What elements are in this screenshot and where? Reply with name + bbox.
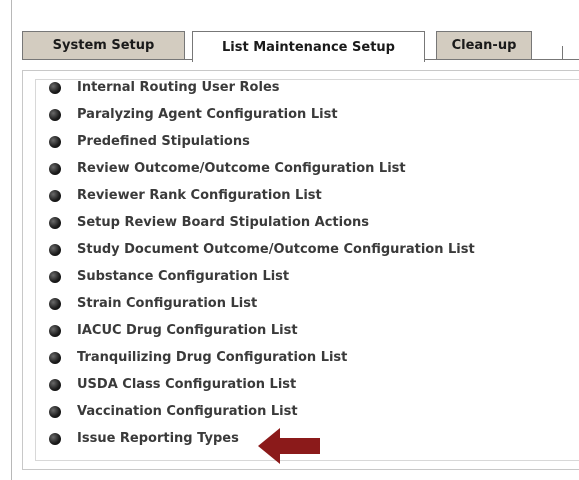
tab-system-setup[interactable]: System Setup: [22, 31, 185, 60]
list-item[interactable]: Review Outcome/Outcome Configuration Lis…: [36, 155, 475, 182]
list-item[interactable]: Study Document Outcome/Outcome Configura…: [36, 236, 475, 263]
bullet-icon: [49, 432, 61, 445]
list-item-label[interactable]: Paralyzing Agent Configuration List: [77, 107, 338, 122]
list-item-label[interactable]: IACUC Drug Configuration List: [77, 323, 298, 338]
list-item[interactable]: Setup Review Board Stipulation Actions: [36, 209, 475, 236]
list-item-label[interactable]: Substance Configuration List: [77, 269, 289, 284]
page-left-rule: [11, 0, 12, 480]
bullet-icon: [49, 243, 61, 256]
list-item[interactable]: Internal Routing User Roles: [36, 80, 475, 101]
list-item-label[interactable]: Strain Configuration List: [77, 296, 257, 311]
bullet-icon: [49, 297, 61, 310]
list-item[interactable]: Predefined Stipulations: [36, 128, 475, 155]
list-item[interactable]: Paralyzing Agent Configuration List: [36, 101, 475, 128]
list-item[interactable]: USDA Class Configuration List: [36, 371, 475, 398]
list-item-label[interactable]: Predefined Stipulations: [77, 134, 250, 149]
list-item-label[interactable]: Tranquilizing Drug Configuration List: [77, 350, 347, 365]
bullet-icon: [49, 81, 61, 94]
tab-clean-up[interactable]: Clean-up: [436, 31, 532, 60]
bullet-icon: [49, 162, 61, 175]
list-item[interactable]: Reviewer Rank Configuration List: [36, 182, 475, 209]
bullet-icon: [49, 270, 61, 283]
tab-baseline: [425, 59, 436, 60]
list-item-label[interactable]: USDA Class Configuration List: [77, 377, 296, 392]
list-item-label[interactable]: Issue Reporting Types: [77, 431, 239, 446]
bullet-icon: [49, 378, 61, 391]
list-item[interactable]: IACUC Drug Configuration List: [36, 317, 475, 344]
list-item-label[interactable]: Vaccination Configuration List: [77, 404, 298, 419]
settings-panel: Internal Routing User Roles Paralyzing A…: [22, 70, 579, 470]
bullet-icon: [49, 351, 61, 364]
configuration-list: Internal Routing User Roles Paralyzing A…: [36, 80, 475, 452]
list-item-label[interactable]: Study Document Outcome/Outcome Configura…: [77, 242, 475, 257]
tab-list-maintenance-setup[interactable]: List Maintenance Setup: [192, 31, 425, 62]
list-item[interactable]: Strain Configuration List: [36, 290, 475, 317]
arrow-left-icon: [258, 428, 320, 464]
bullet-icon: [49, 108, 61, 121]
bullet-icon: [49, 405, 61, 418]
list-item[interactable]: Tranquilizing Drug Configuration List: [36, 344, 475, 371]
bullet-icon: [49, 324, 61, 337]
bullet-icon: [49, 216, 61, 229]
list-item-label[interactable]: Internal Routing User Roles: [77, 80, 280, 95]
list-item[interactable]: Substance Configuration List: [36, 263, 475, 290]
list-container[interactable]: Internal Routing User Roles Paralyzing A…: [35, 79, 579, 461]
tab-baseline: [185, 59, 192, 60]
tab-separator: [562, 46, 563, 60]
list-item[interactable]: Issue Reporting Types: [36, 425, 475, 452]
list-item[interactable]: Vaccination Configuration List: [36, 398, 475, 425]
list-item-label[interactable]: Setup Review Board Stipulation Actions: [77, 215, 369, 230]
list-item-label[interactable]: Review Outcome/Outcome Configuration Lis…: [77, 161, 406, 176]
bullet-icon: [49, 135, 61, 148]
tab-baseline: [532, 59, 579, 60]
bullet-icon: [49, 189, 61, 202]
list-item-label[interactable]: Reviewer Rank Configuration List: [77, 188, 322, 203]
